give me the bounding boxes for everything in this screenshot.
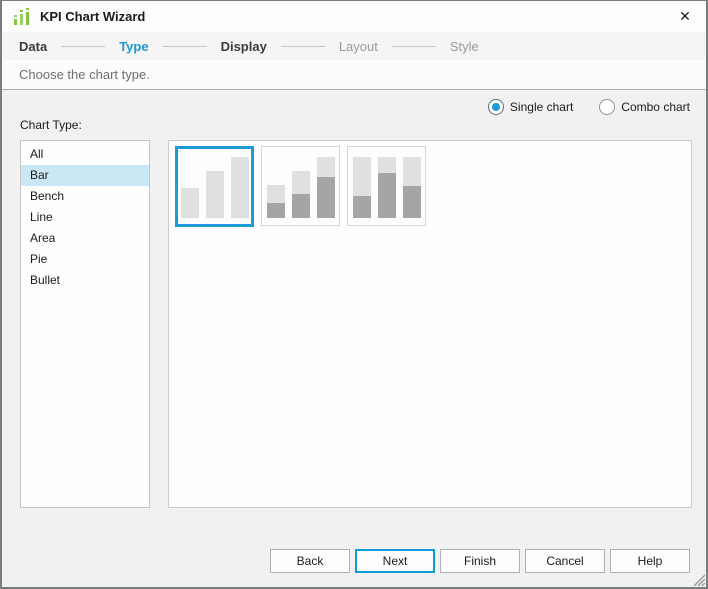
radio-selected-icon[interactable] (487, 99, 504, 115)
bar (291, 171, 310, 218)
chart-type-label: Chart Type: (20, 118, 82, 132)
list-item-line[interactable]: Line (21, 207, 149, 228)
titlebar: KPI Chart Wizard ✕ (2, 1, 706, 32)
step-style[interactable]: Style (450, 39, 479, 54)
list-item-pie[interactable]: Pie (21, 249, 149, 270)
step-connector (391, 45, 436, 47)
back-button[interactable]: Back (270, 549, 350, 573)
bar (316, 157, 335, 218)
list-item-area[interactable]: Area (21, 228, 149, 249)
cancel-button[interactable]: Cancel (525, 549, 605, 573)
thumbnail-row (175, 146, 426, 227)
bar (266, 185, 285, 218)
footer-buttons: Back Next Finish Cancel Help (270, 549, 690, 573)
bar-chart-stacked-ascending-thumbnail[interactable] (261, 146, 340, 226)
chart-preview-panel (168, 140, 692, 508)
list-item-bullet[interactable]: Bullet (21, 270, 149, 291)
wizard-steps: Data Type Display Layout Style (2, 32, 706, 60)
bar (402, 157, 421, 218)
bar (180, 188, 199, 218)
step-layout[interactable]: Layout (339, 39, 378, 54)
list-item-bench[interactable]: Bench (21, 186, 149, 207)
combo-chart-label: Combo chart (621, 100, 690, 114)
step-connector (162, 45, 207, 47)
single-chart-radio[interactable]: Single chart (487, 99, 574, 115)
chart-mode-group: Single chart Combo chart (487, 99, 690, 115)
kpi-chart-wizard-dialog: KPI Chart Wizard ✕ Data Type Display Lay… (0, 0, 708, 589)
bar-chart-plain-thumbnail[interactable] (175, 146, 254, 227)
single-chart-label: Single chart (509, 100, 574, 114)
close-icon[interactable]: ✕ (664, 1, 706, 32)
bar (205, 171, 224, 218)
list-item-bar[interactable]: Bar (21, 165, 149, 186)
combo-chart-radio[interactable]: Combo chart (599, 99, 690, 115)
kpi-chart-icon (14, 7, 29, 25)
step-connector (61, 45, 106, 47)
bar (230, 157, 249, 218)
bar-chart-full-stacked-thumbnail[interactable] (347, 146, 426, 226)
radio-unselected-icon[interactable] (599, 99, 616, 115)
subtitle-row: Choose the chart type. (2, 60, 706, 90)
step-data[interactable]: Data (19, 39, 47, 54)
list-item-all[interactable]: All (21, 144, 149, 165)
finish-button[interactable]: Finish (440, 549, 520, 573)
help-button[interactable]: Help (610, 549, 690, 573)
step-type[interactable]: Type (119, 39, 148, 54)
wizard-subtitle: Choose the chart type. (19, 67, 150, 82)
step-display[interactable]: Display (221, 39, 267, 54)
next-button[interactable]: Next (355, 549, 435, 573)
window-title: KPI Chart Wizard (40, 9, 146, 24)
resize-grip[interactable] (691, 572, 705, 586)
bar (352, 157, 371, 218)
chart-type-list: All Bar Bench Line Area Pie Bullet (20, 140, 150, 508)
step-connector (280, 45, 325, 47)
bar (377, 157, 396, 218)
